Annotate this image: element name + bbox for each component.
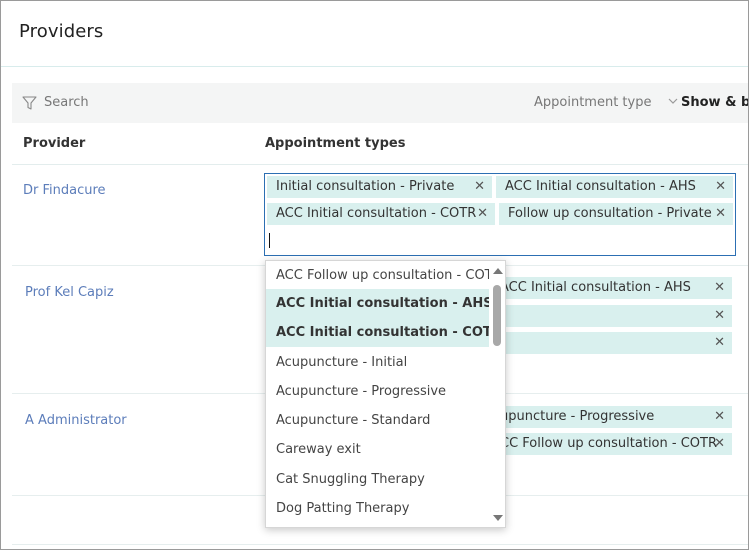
close-icon[interactable]: ✕ <box>714 277 725 299</box>
scroll-down-arrow-icon[interactable] <box>493 515 503 521</box>
page-title: Providers <box>19 21 104 42</box>
close-icon[interactable]: ✕ <box>715 203 726 225</box>
close-icon[interactable]: ✕ <box>714 433 725 455</box>
dropdown-option[interactable]: Careway exit <box>266 435 490 464</box>
chip-label: ACC Initial consultation - AHS <box>505 179 696 194</box>
provider-link-a-administrator[interactable]: A Administrator <box>25 413 127 428</box>
dropdown-option[interactable]: Dog Patting Therapy <box>266 494 490 523</box>
appointment-chip: Initial consultation - Private ✕ <box>267 176 492 198</box>
dropdown-option[interactable]: Acupuncture - Initial <box>266 348 490 377</box>
appointment-chip: ACC Initial consultation - AHS ✕ <box>496 176 733 198</box>
chip-label: CC Follow up consultation - COTR <box>500 436 717 451</box>
appointment-chip: Follow up consultation - Private ✕ <box>499 203 733 225</box>
appointment-chip: ACC Initial consultation - COTR ✕ <box>267 203 495 225</box>
scrollbar-thumb[interactable] <box>493 285 501 346</box>
scroll-up-arrow-icon[interactable] <box>493 268 503 274</box>
dropdown-option[interactable]: ACC Follow up consultation - COTR <box>266 261 490 290</box>
close-icon[interactable]: ✕ <box>714 305 725 327</box>
appointment-chip: ✕ <box>491 305 732 327</box>
appointment-chip: ACC Initial consultation - AHS ✕ <box>491 277 732 299</box>
header-divider <box>12 164 748 165</box>
search-input[interactable]: Search <box>44 95 89 110</box>
text-caret <box>269 233 270 248</box>
close-icon[interactable]: ✕ <box>714 332 725 354</box>
chip-label: ACC Initial consultation - COTR <box>276 206 477 221</box>
appointment-chip: upuncture - Progressive ✕ <box>491 406 732 428</box>
appointment-type-dropdown[interactable]: ACC Follow up consultation - COTR ACC In… <box>265 260 506 528</box>
appointment-chip: CC Follow up consultation - COTR ✕ <box>491 433 732 455</box>
column-header-provider: Provider <box>23 136 86 151</box>
chevron-down-icon <box>668 98 678 104</box>
close-icon[interactable]: ✕ <box>477 203 488 225</box>
chip-label: Follow up consultation - Private <box>508 206 712 221</box>
chip-label: ACC Initial consultation - AHS <box>500 280 691 295</box>
title-divider <box>1 66 748 67</box>
dropdown-scrollbar[interactable] <box>489 261 505 527</box>
appointment-chip: ✕ <box>491 332 732 354</box>
filter-toolbar: Search Appointment type Show & boo <box>12 83 748 123</box>
close-icon[interactable]: ✕ <box>474 176 485 198</box>
column-header-appointment-types: Appointment types <box>265 136 406 151</box>
row-divider <box>12 544 748 545</box>
dropdown-option-selected[interactable]: ACC Initial consultation - COTR <box>266 318 490 347</box>
chip-label: upuncture - Progressive <box>500 409 655 424</box>
show-book-toggle[interactable]: Show & boo <box>681 95 748 110</box>
providers-window: Providers Search Appointment type Show &… <box>0 0 749 550</box>
chip-label: Initial consultation - Private <box>276 179 455 194</box>
close-icon[interactable]: ✕ <box>715 176 726 198</box>
appointment-type-filter[interactable]: Appointment type <box>534 95 678 110</box>
dropdown-option-selected[interactable]: ACC Initial consultation - AHS <box>266 289 490 318</box>
provider-link-dr-findacure[interactable]: Dr Findacure <box>23 183 106 198</box>
provider-link-prof-kel-capiz[interactable]: Prof Kel Capiz <box>25 285 114 300</box>
close-icon[interactable]: ✕ <box>714 406 725 428</box>
dropdown-option[interactable]: Acupuncture - Progressive <box>266 377 490 406</box>
appointment-type-filter-label: Appointment type <box>534 95 652 110</box>
dropdown-option[interactable]: Acupuncture - Standard <box>266 406 490 435</box>
filter-icon <box>22 96 37 110</box>
dropdown-option[interactable]: Cat Snuggling Therapy <box>266 465 490 494</box>
